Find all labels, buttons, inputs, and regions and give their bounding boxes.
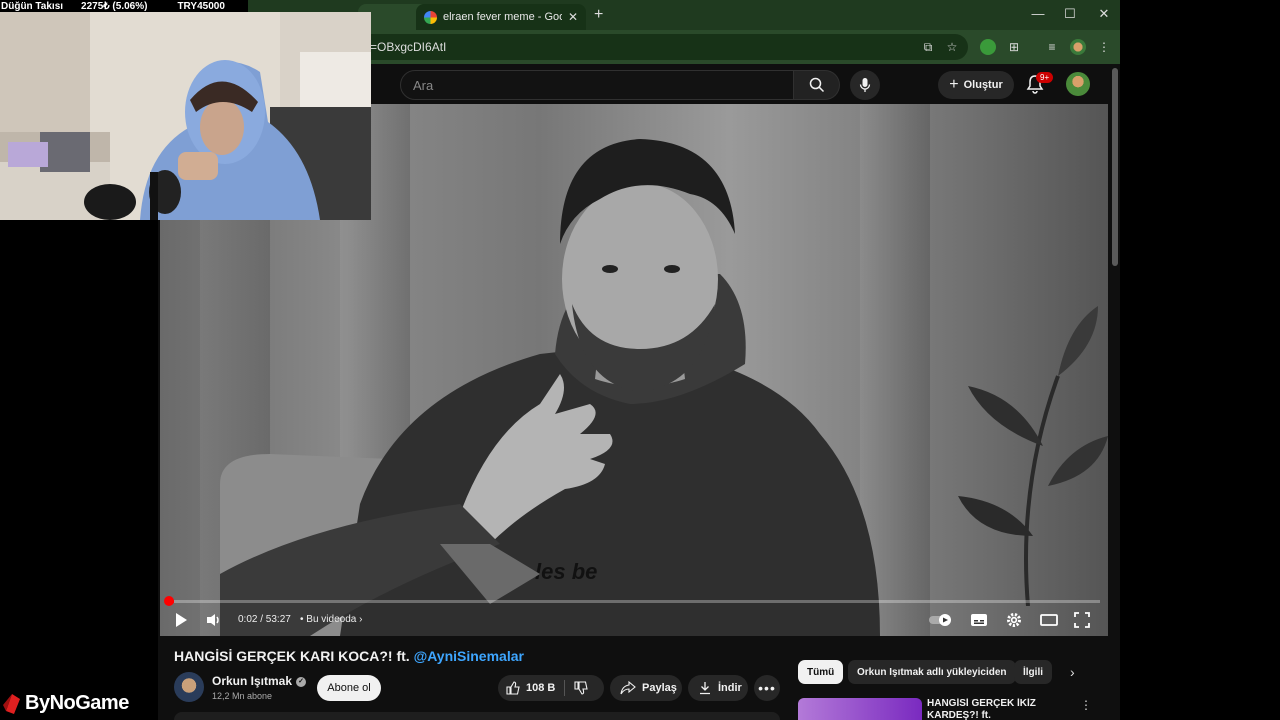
goal-target: TRY45000: [177, 0, 225, 12]
channel-avatar[interactable]: [174, 672, 204, 702]
chip-from-uploader[interactable]: Orkun Işıtmak adlı yükleyiciden: [848, 660, 1016, 684]
page-scrollbar[interactable]: [1112, 68, 1118, 266]
extension-shield-icon[interactable]: [980, 39, 996, 55]
create-label: Oluştur: [963, 79, 1003, 91]
video-title: HANGİSİ GERÇEK KARI KOCA?! ft. @AyniSine…: [174, 648, 524, 664]
progress-scrubber[interactable]: [164, 596, 174, 606]
video-title-text: HANGİSİ GERÇEK KARI KOCA?! ft.: [174, 648, 410, 664]
donation-goal-bar: Düğün Takısı 2275₺ (5.06%) TRY45000: [0, 0, 248, 12]
play-icon: [176, 613, 187, 627]
like-dislike-group: 108 B: [498, 675, 604, 701]
subscribe-button[interactable]: Abone ol: [317, 675, 381, 701]
progress-bar[interactable]: [168, 600, 1100, 603]
goal-progress: 2275₺ (5.06%): [81, 0, 148, 12]
media-control-icon[interactable]: ≡: [1044, 39, 1060, 55]
title-mention-link[interactable]: @AyniSinemalar: [414, 648, 524, 664]
chip-related[interactable]: İlgili: [1014, 660, 1052, 684]
chapter-button[interactable]: • Bu videoda ›: [300, 614, 362, 625]
cast-icon[interactable]: ⧉: [920, 39, 936, 55]
tab-google[interactable]: elraen fever meme - Google'da ✕: [416, 4, 586, 30]
chip-all[interactable]: Tümü: [798, 660, 844, 684]
extensions-icon[interactable]: ⊞: [1006, 39, 1022, 55]
goal-label: Düğün Takısı: [1, 0, 64, 12]
theater-mode-button[interactable]: [1040, 610, 1058, 630]
chapter-label: • Bu videoda: [300, 614, 357, 625]
watermark-text: ByNoGame: [25, 692, 129, 714]
download-label: İndir: [718, 682, 742, 694]
bookmark-star-icon[interactable]: ☆: [944, 39, 960, 55]
notification-count-badge: 9+: [1036, 72, 1054, 83]
more-vertical-icon[interactable]: ⋮: [1080, 698, 1092, 712]
webcam-feed: [0, 12, 371, 220]
more-horizontal-icon: •••: [758, 680, 776, 696]
close-window-icon[interactable]: ✕: [1094, 6, 1114, 22]
close-icon[interactable]: ✕: [568, 10, 578, 24]
more-actions-button[interactable]: •••: [754, 675, 780, 701]
tab-label: elraen fever meme - Google'da: [443, 11, 562, 23]
minimize-icon[interactable]: —: [1028, 6, 1048, 21]
address-text: =OBxgcDI6AtI: [370, 40, 447, 54]
verified-check-icon: ✓: [296, 676, 307, 687]
thumbs-down-icon: [574, 681, 588, 695]
share-icon: [620, 681, 636, 695]
autoplay-toggle[interactable]: [928, 610, 954, 630]
fullscreen-button[interactable]: [1074, 610, 1090, 630]
recommendation-title[interactable]: HANGİSİ GERÇEK İKİZ KARDEŞ?! ft.: [927, 698, 1037, 720]
chevron-right-icon[interactable]: ›: [1070, 664, 1075, 680]
fullscreen-icon: [1074, 612, 1090, 628]
account-avatar[interactable]: [1066, 72, 1090, 96]
webcam-overlay: [0, 12, 371, 220]
volume-button[interactable]: [206, 610, 222, 630]
share-label: Paylaş: [642, 682, 677, 694]
subtitles-icon: [971, 614, 987, 626]
search-icon: [809, 77, 824, 93]
profile-avatar-icon[interactable]: [1070, 39, 1086, 55]
play-button[interactable]: [174, 610, 188, 630]
voice-search-button[interactable]: [850, 70, 880, 100]
thumbs-up-icon: [506, 681, 520, 695]
recommendation-thumbnail[interactable]: [798, 698, 922, 720]
channel-name[interactable]: Orkun Işıtmak ✓: [212, 674, 307, 688]
time-display: 0:02 / 53:27: [238, 614, 291, 625]
channel-name-text: Orkun Işıtmak: [212, 674, 293, 688]
maximize-icon[interactable]: ☐: [1060, 6, 1080, 22]
autoplay-toggle-icon: [929, 614, 951, 626]
like-count: 108 B: [526, 682, 556, 694]
search-button[interactable]: [794, 70, 840, 100]
search-placeholder: Ara: [413, 77, 434, 93]
plus-icon: +: [949, 76, 959, 93]
create-button[interactable]: + Oluştur: [938, 71, 1014, 99]
svg-text:les be: les be: [535, 559, 597, 584]
bynogame-logo-icon: [3, 693, 20, 714]
address-bar[interactable]: =OBxgcDI6AtI: [318, 34, 968, 60]
video-frame-plant: [958, 306, 1108, 606]
dislike-button[interactable]: [565, 681, 588, 695]
new-tab-icon[interactable]: +: [594, 6, 603, 24]
search-input[interactable]: Ara: [400, 70, 794, 100]
subtitles-button[interactable]: [970, 610, 988, 630]
watermark: ByNoGame: [2, 692, 129, 715]
download-button[interactable]: İndir: [688, 675, 748, 701]
settings-button[interactable]: [1006, 610, 1022, 630]
like-button[interactable]: 108 B: [498, 681, 564, 695]
screen: KO ✕ elraen fever meme - Google'da ✕ + —…: [0, 0, 1280, 720]
browser-menu-icon[interactable]: ⋮: [1096, 39, 1112, 55]
microphone-icon: [859, 78, 871, 92]
gear-icon: [1007, 613, 1021, 627]
download-icon: [700, 682, 710, 695]
volume-icon: [207, 614, 219, 626]
share-button[interactable]: Paylaş: [610, 675, 682, 701]
google-icon: [424, 10, 437, 24]
comment-box-edge: [174, 712, 780, 720]
theater-mode-icon: [1040, 614, 1058, 626]
subscriber-count: 12,2 Mn abone: [212, 691, 273, 701]
